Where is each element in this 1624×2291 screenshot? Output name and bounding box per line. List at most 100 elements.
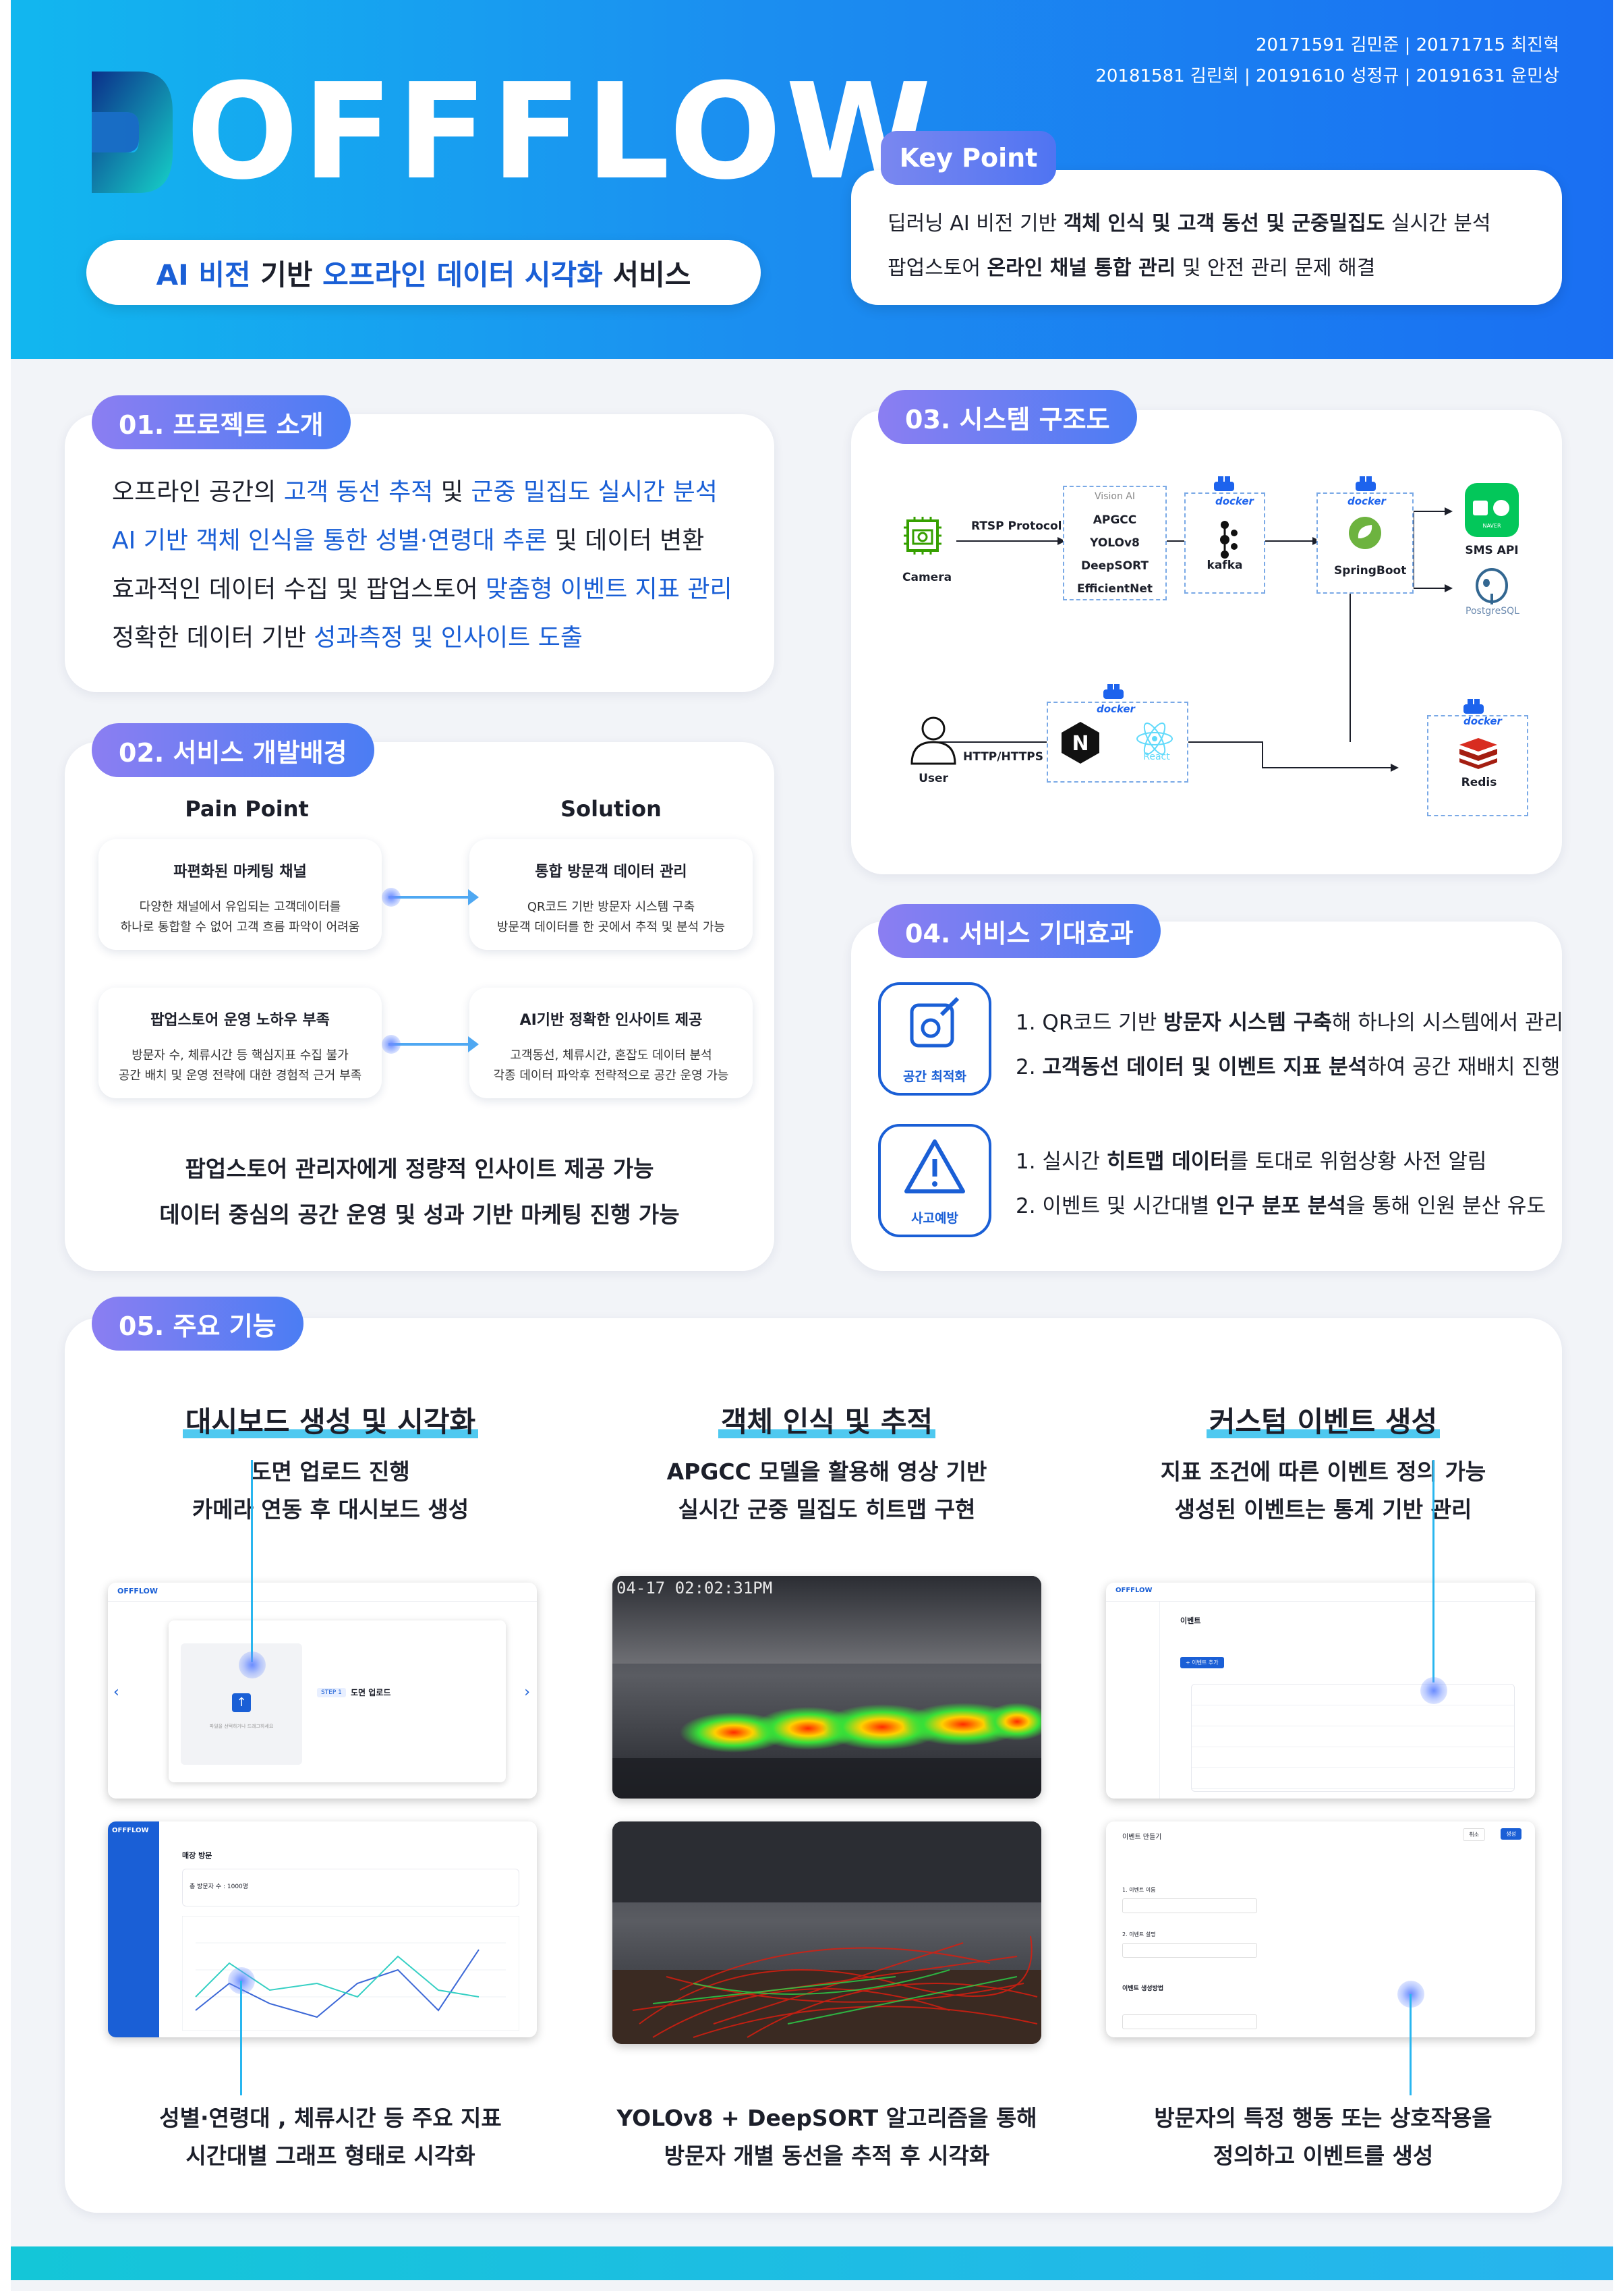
postgresql-label: PostgreSQL: [1466, 606, 1519, 617]
dashboard-shot-title: 매장 방문: [182, 1851, 212, 1860]
background-summary-2: 데이터 중심의 공간 운영 및 성과 기반 마케팅 진행 가능: [159, 1201, 680, 1228]
key-point-line-1: 딥러닝 AI 비전 기반 객체 인식 및 고객 동선 및 군중밀집도 실시간 분…: [888, 212, 1491, 235]
solution-title-1: 통합 방문객 데이터 관리: [535, 864, 687, 880]
feature-1-title: 대시보드 생성 및 시각화: [108, 1399, 553, 1440]
bottom-bar: [11, 2246, 1613, 2280]
event-form-section: 이벤트 생성방법: [1122, 1985, 1164, 1992]
solution-card-1: 통합 방문객 데이터 관리 QR코드 기반 방문자 시스템 구축 방문객 데이터를…: [469, 839, 753, 950]
event-form-field-2: 2. 이벤트 설명: [1122, 1931, 1156, 1938]
user-icon: [910, 716, 956, 765]
feature-3-pointer-top: [1432, 1460, 1434, 1682]
team-members: 20171591 김민준 | 20171715 최진혁 20181581 김린회…: [1095, 30, 1559, 92]
dashboard-screenshot: OFFFLOW 매장 방문 총 방문자 수 : 1000명: [108, 1821, 537, 2037]
springboot-label: SpringBoot: [1334, 564, 1407, 577]
vision-ai-label: Vision AI: [1095, 491, 1135, 502]
offflow-logo: OFFFLOW: [85, 65, 931, 200]
feature-2-foot: YOLOv8 + DeepSORT 알고리즘을 통해 방문자 개별 동선을 추적 …: [616, 2105, 1037, 2169]
react-icon: [1136, 723, 1173, 755]
feature-3-desc: 지표 조건에 따른 이벤트 정의 가능 생성된 이벤트는 통계 기반 관리: [1160, 1459, 1486, 1523]
service-subtitle: AI 비전 기반 오프라인 데이터 시각화 서비스: [86, 240, 761, 305]
tracking-screenshot: [612, 1821, 1041, 2044]
effects-tag: 04. 서비스 기대효과: [878, 904, 1161, 958]
feature-1-foot: 성별·연령대 , 체류시간 등 주요 지표 시간대별 그래프 형태로 시각화: [159, 2105, 502, 2169]
upload-shot-title: 도면 업로드: [351, 1688, 391, 1697]
prev-arrow-icon[interactable]: ‹: [113, 1684, 119, 1701]
docker-label-spring: docker: [1347, 495, 1386, 507]
key-point-tag: Key Point: [881, 131, 1056, 185]
features-tag: 05. 주요 기능: [92, 1297, 303, 1351]
camera-label: Camera: [902, 571, 952, 584]
intro-line-4: 정확한 데이터 기반 성과측정 및 인사이트 도출: [112, 624, 583, 652]
effect-1-1: 1. QR코드 기반 방문자 시스템 구축해 하나의 시스템에서 관리: [1016, 1011, 1564, 1035]
http-label: HTTP/HTTPS: [963, 750, 1043, 764]
accident-prevention-badge: 사고예방: [878, 1124, 991, 1237]
docker-icon: [1356, 476, 1376, 491]
events-table: [1191, 1684, 1515, 1792]
arrow-1: [382, 888, 479, 907]
feature-3-foot: 방문자의 특정 행동 또는 상호작용을 정의하고 이벤트를 생성: [1154, 2105, 1492, 2169]
warning-icon: [904, 1139, 965, 1193]
gear-edit-icon: [910, 996, 960, 1048]
dashboard-shot-logo: OFFFLOW: [112, 1827, 149, 1834]
upload-step-badge: STEP 1: [317, 1688, 346, 1697]
background-summary-1: 팝업스토어 관리자에게 정량적 인사이트 제공 가능: [185, 1156, 654, 1182]
feature-3-pointer-bottom: [1410, 1994, 1412, 2095]
heatmap-screenshot: 04-17 02:02:31PM: [612, 1576, 1041, 1799]
next-arrow-icon[interactable]: ›: [524, 1684, 530, 1701]
upload-modal: ↑ 파일을 선택하거나 드래그하세요 STEP 1 도면 업로드: [169, 1620, 506, 1782]
effect-2-1: 1. 실시간 히트맵 데이터를 토대로 위험상황 사전 알림: [1016, 1150, 1487, 1174]
pain-card-2: 팝업스토어 운영 노하우 부족 방문자 수, 체류시간 등 핵심지표 수집 불가…: [98, 988, 382, 1098]
upload-shot-logo: OFFFLOW: [108, 1583, 537, 1602]
events-screenshot: OFFFLOW 이벤트 + 이벤트 추가: [1106, 1583, 1535, 1799]
subtitle-part-3: 서비스: [602, 258, 691, 291]
event-form-title: 이벤트 만들기: [1122, 1834, 1162, 1841]
event-form-cancel-button[interactable]: 취소: [1463, 1828, 1485, 1841]
event-method-select[interactable]: [1122, 2014, 1257, 2029]
svg-text:NAVER: NAVER: [1482, 523, 1501, 529]
members-line-2: 20181581 김린회 | 20191610 성정규 | 20191631 윤…: [1095, 66, 1559, 86]
vision-ai-models: APGCC YOLOv8 DeepSORT EfficientNet: [1076, 513, 1153, 596]
header: 20171591 김민준 | 20171715 최진혁 20181581 김린회…: [11, 0, 1613, 359]
space-optimization-label: 공간 최적화: [902, 1069, 966, 1084]
crowd-density-heatmap: [612, 1703, 1041, 1799]
background-tag: 02. 서비스 개발배경: [92, 723, 374, 777]
spring-icon: [1349, 517, 1381, 549]
event-form-screenshot: 이벤트 만들기 취소 생성 1. 이벤트 이름 2. 이벤트 설명 이벤트 생성…: [1106, 1821, 1535, 2037]
arrow-2: [382, 1035, 479, 1054]
subtitle-part-1: AI 비전: [156, 258, 261, 291]
effect-2-2: 2. 이벤트 및 시간대별 인구 분포 분석을 통해 인원 분산 유도: [1016, 1194, 1546, 1218]
feature-2-title: 객체 인식 및 추적: [604, 1399, 1049, 1440]
docker-label-frontend: docker: [1097, 703, 1135, 715]
intro-line-3: 효과적인 데이터 수집 및 팝업스토어 맞춤형 이벤트 지표 관리: [112, 575, 732, 603]
accident-prevention-label: 사고예방: [911, 1211, 958, 1226]
feature-3-title: 커스텀 이벤트 생성: [1101, 1399, 1546, 1440]
pain-card-1: 파편화된 마케팅 채널 다양한 채널에서 유입되는 고객데이터를 하나로 통합할 …: [98, 839, 382, 950]
kafka-icon: [1220, 521, 1238, 559]
subtitle-part-2: 기반: [260, 258, 323, 291]
events-shot-logo: OFFFLOW: [1106, 1583, 1535, 1602]
intro-line-2: AI 기반 객체 인식을 통한 성별·연령대 추론 및 데이터 변환: [112, 527, 705, 555]
solution-title-2: AI기반 정확한 인사이트 제공: [519, 1012, 703, 1029]
pain-point-heading: Pain Point: [185, 796, 309, 822]
event-form-create-button[interactable]: 생성: [1501, 1828, 1521, 1840]
key-point-line-2: 팝업스토어 온라인 채널 통합 관리 및 안전 관리 문제 해결: [888, 256, 1376, 280]
redis-icon: [1459, 738, 1497, 769]
docker-label-kafka: docker: [1215, 495, 1254, 507]
add-event-button[interactable]: + 이벤트 추가: [1180, 1657, 1224, 1668]
solution-desc-1: QR코드 기반 방문자 시스템 구축 방문객 데이터를 한 곳에서 추적 및 분석…: [496, 900, 726, 934]
intro-tag: 01. 프로젝트 소개: [92, 395, 351, 449]
solution-desc-2: 고객동선, 체류시간, 혼잡도 데이터 분석 각종 데이터 파악후 전략적으로 공…: [493, 1048, 729, 1083]
rtsp-label: RTSP Protocol: [971, 519, 1062, 533]
upload-icon[interactable]: ↑: [232, 1693, 251, 1712]
event-name-input[interactable]: [1122, 1898, 1257, 1913]
logo-wordmark: OFFFLOW: [186, 55, 936, 209]
docker-icon: [1103, 684, 1124, 699]
event-desc-input[interactable]: [1122, 1943, 1257, 1958]
pain-desc-1: 다양한 채널에서 유입되는 고객데이터를 하나로 통합할 수 없어 고객 흐름 파…: [120, 900, 360, 934]
postgresql-icon: [1476, 568, 1508, 604]
space-optimization-badge: 공간 최적화: [878, 982, 991, 1096]
vision-ai-box: Vision AI APGCC YOLOv8 DeepSORT EfficientNe…: [1063, 486, 1167, 600]
event-form-field-1: 1. 이벤트 이름: [1122, 1887, 1156, 1893]
sms-api-label: SMS API: [1465, 544, 1519, 557]
upload-screenshot: OFFFLOW ↑ 파일을 선택하거나 드래그하세요 STEP 1 도면 업로드…: [108, 1583, 537, 1799]
